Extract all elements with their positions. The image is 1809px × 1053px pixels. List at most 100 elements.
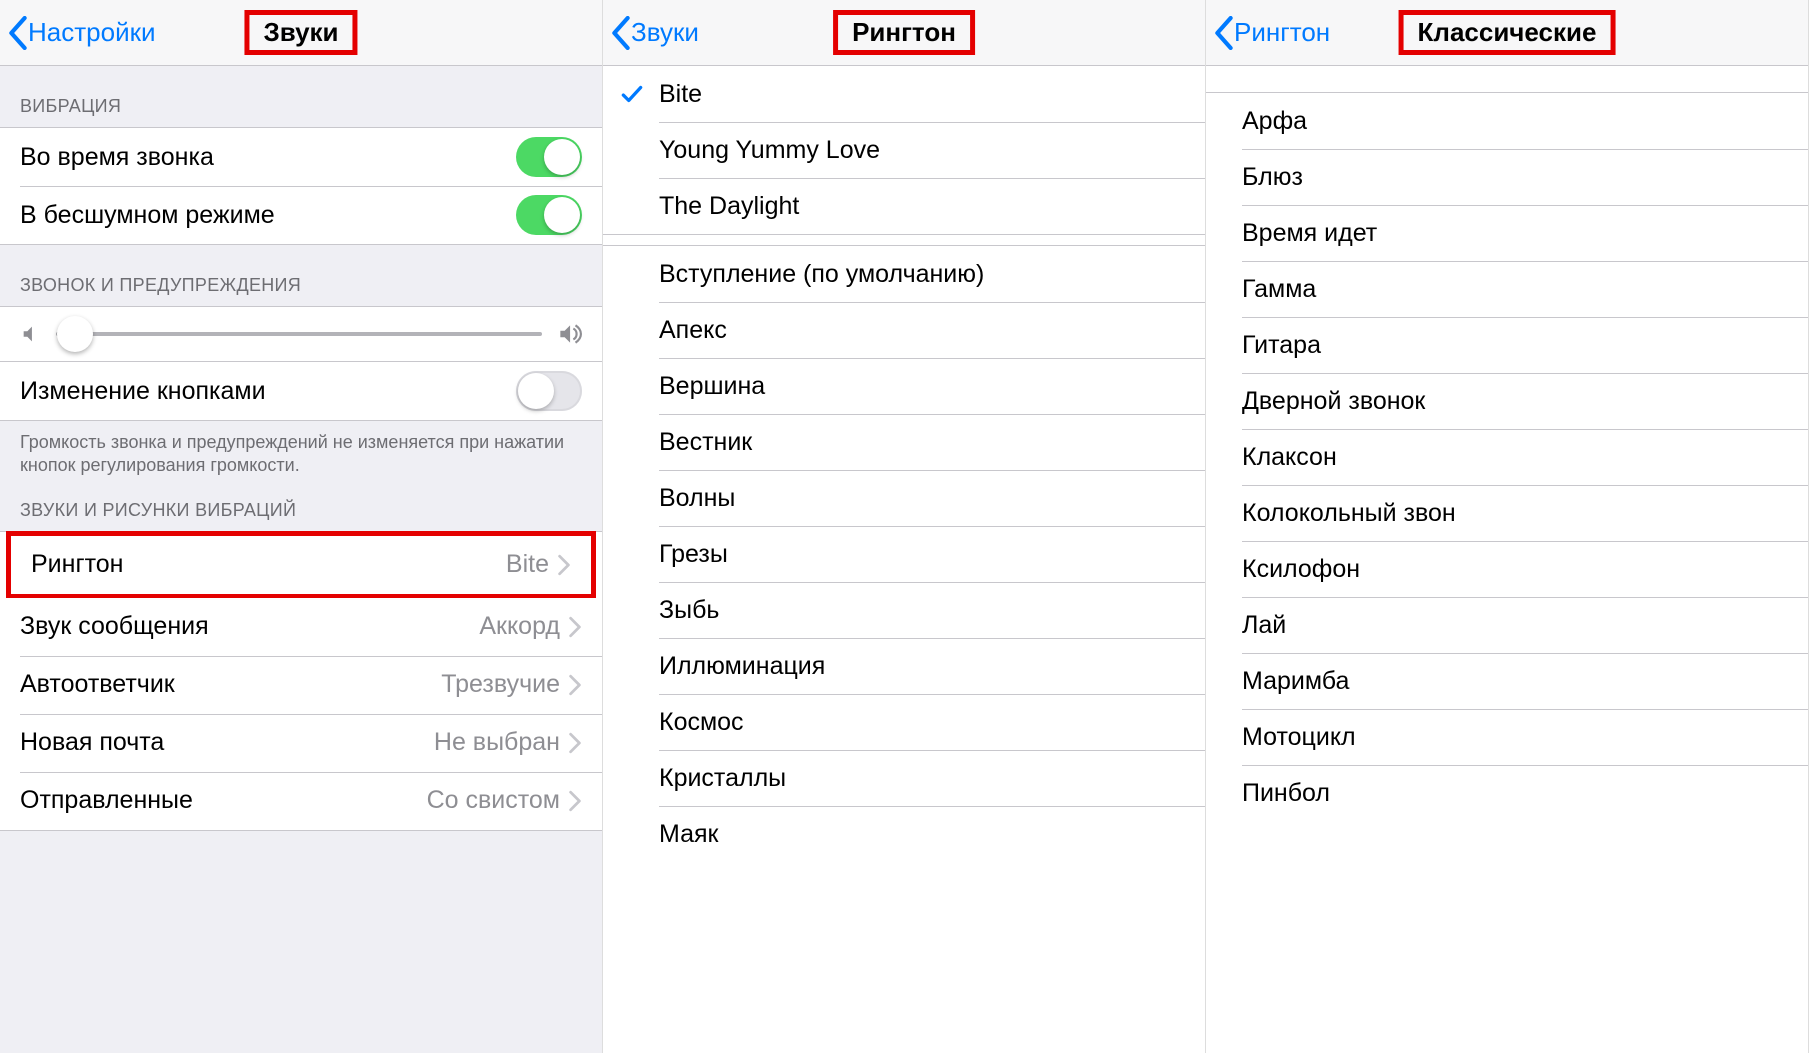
toggle-change-with-buttons[interactable] bbox=[516, 371, 582, 411]
list-item[interactable]: Иллюминация bbox=[659, 638, 1205, 694]
list-item[interactable]: Вестник bbox=[659, 414, 1205, 470]
row-sound[interactable]: Звук сообщенияАккорд bbox=[0, 598, 602, 656]
list-item[interactable]: Маяк bbox=[659, 806, 1205, 862]
slider-thumb[interactable] bbox=[57, 316, 93, 352]
volume-high-icon bbox=[556, 321, 582, 347]
item-label: Гамма bbox=[1242, 275, 1316, 304]
ringtone-list: Bite Young Yummy Love The Daylight Вступлен… bbox=[603, 66, 1205, 1053]
item-label: Зыбь bbox=[659, 596, 719, 625]
group-sound-rows: РингтонBiteЗвук сообщенияАккордАвтоответ… bbox=[0, 531, 602, 831]
item-label: Ксилофон bbox=[1242, 555, 1360, 584]
list-item[interactable]: Пинбол bbox=[1242, 765, 1808, 821]
item-label: Колокольный звон bbox=[1242, 499, 1456, 528]
chevron-right-icon bbox=[568, 616, 582, 638]
highlight-box: Рингтон bbox=[833, 10, 975, 55]
row-sound[interactable]: РингтонBite bbox=[11, 536, 591, 594]
chevron-right-icon bbox=[568, 790, 582, 812]
item-label: Дверной звонок bbox=[1242, 387, 1425, 416]
list-item[interactable]: Арфа bbox=[1242, 93, 1808, 149]
list-item[interactable]: Клаксон bbox=[1242, 429, 1808, 485]
screen-sounds: Настройки Звуки ВИБРАЦИЯ Во время звонка… bbox=[0, 0, 603, 1053]
back-button[interactable]: Рингтон bbox=[1206, 16, 1330, 50]
chevron-right-icon bbox=[568, 732, 582, 754]
page-title: Рингтон bbox=[833, 10, 975, 55]
list-item[interactable]: Мотоцикл bbox=[1242, 709, 1808, 765]
chevron-left-icon bbox=[1214, 16, 1234, 50]
list-item[interactable]: Дверной звонок bbox=[1242, 373, 1808, 429]
row-vibrate-on-ring[interactable]: Во время звонка bbox=[0, 128, 602, 186]
section-header-sounds: ЗВУКИ И РИСУНКИ ВИБРАЦИЙ bbox=[0, 486, 602, 531]
page-title: Классические bbox=[1399, 10, 1616, 55]
list-item[interactable]: Ксилофон bbox=[1242, 541, 1808, 597]
item-label: Лай bbox=[1242, 611, 1286, 640]
content: ВИБРАЦИЯ Во время звонка В бесшумном реж… bbox=[0, 66, 602, 1053]
back-label: Звуки bbox=[631, 17, 699, 48]
list-item[interactable]: Маримба bbox=[1242, 653, 1808, 709]
list-item[interactable]: Bite bbox=[659, 66, 1205, 122]
item-label: Young Yummy Love bbox=[659, 136, 880, 165]
page-title: Звуки bbox=[244, 10, 357, 55]
list-item[interactable]: Кристаллы bbox=[659, 750, 1205, 806]
toggle-vibrate-on-silent[interactable] bbox=[516, 195, 582, 235]
item-label: Время идет bbox=[1242, 219, 1377, 248]
row-vibrate-on-silent[interactable]: В бесшумном режиме bbox=[0, 186, 602, 244]
item-label: Кристаллы bbox=[659, 764, 786, 793]
chevron-left-icon bbox=[611, 16, 631, 50]
volume-slider[interactable] bbox=[56, 332, 542, 336]
list-item[interactable]: Блюз bbox=[1242, 149, 1808, 205]
checkmark-icon bbox=[619, 81, 645, 107]
back-label: Настройки bbox=[28, 17, 156, 48]
list-item[interactable]: Волны bbox=[659, 470, 1205, 526]
row-volume-slider[interactable] bbox=[0, 306, 602, 362]
back-label: Рингтон bbox=[1234, 17, 1330, 48]
list-item[interactable]: Грезы bbox=[659, 526, 1205, 582]
item-label: Вершина bbox=[659, 372, 765, 401]
list-item[interactable]: Космос bbox=[659, 694, 1205, 750]
item-label: Арфа bbox=[1242, 107, 1307, 136]
item-label: Вестник bbox=[659, 428, 752, 457]
list-item[interactable]: Апекс bbox=[659, 302, 1205, 358]
screen-classic: Рингтон Классические Арфа Блюз Время идет Г… bbox=[1206, 0, 1809, 1053]
label: Отправленные bbox=[20, 786, 427, 815]
volume-low-icon bbox=[20, 323, 42, 345]
chevron-right-icon bbox=[557, 554, 571, 576]
list-item[interactable]: Время идет bbox=[1242, 205, 1808, 261]
navbar: Звуки Рингтон bbox=[603, 0, 1205, 66]
item-label: Пинбол bbox=[1242, 779, 1330, 808]
chevron-right-icon bbox=[568, 674, 582, 696]
screen-ringtone: Звуки Рингтон Bite Young Yummy Love The Da… bbox=[603, 0, 1206, 1053]
row-sound[interactable]: Новая почтаНе выбран bbox=[0, 714, 602, 772]
item-label: Грезы bbox=[659, 540, 728, 569]
item-label: The Daylight bbox=[659, 192, 799, 221]
list-item[interactable]: Вступление (по умолчанию) bbox=[659, 246, 1205, 302]
row-sound[interactable]: АвтоответчикТрезвучие bbox=[0, 656, 602, 714]
back-button[interactable]: Настройки bbox=[0, 16, 156, 50]
list-item[interactable]: Гитара bbox=[1242, 317, 1808, 373]
section-header-vibration: ВИБРАЦИЯ bbox=[0, 66, 602, 127]
list-item[interactable]: Зыбь bbox=[659, 582, 1205, 638]
item-label: Гитара bbox=[1242, 331, 1321, 360]
list-item[interactable]: Лай bbox=[1242, 597, 1808, 653]
row-change-with-buttons[interactable]: Изменение кнопками bbox=[0, 362, 602, 420]
label: Звук сообщения bbox=[20, 612, 479, 641]
list-item[interactable]: Вершина bbox=[659, 358, 1205, 414]
list-item[interactable]: The Daylight bbox=[659, 178, 1205, 234]
back-button[interactable]: Звуки bbox=[603, 16, 699, 50]
highlight-box: Классические bbox=[1399, 10, 1616, 55]
item-label: Маяк bbox=[659, 820, 719, 849]
list-item[interactable]: Гамма bbox=[1242, 261, 1808, 317]
group-vibration: Во время звонка В бесшумном режиме bbox=[0, 127, 602, 245]
value: Bite bbox=[506, 550, 549, 579]
item-label: Клаксон bbox=[1242, 443, 1337, 472]
row-sound[interactable]: ОтправленныеСо свистом bbox=[0, 772, 602, 830]
list-item[interactable]: Young Yummy Love bbox=[659, 122, 1205, 178]
item-label: Иллюминация bbox=[659, 652, 825, 681]
toggle-vibrate-on-ring[interactable] bbox=[516, 137, 582, 177]
list-item[interactable]: Колокольный звон bbox=[1242, 485, 1808, 541]
highlight-box: РингтонBite bbox=[6, 531, 596, 599]
navbar: Настройки Звуки bbox=[0, 0, 602, 66]
item-label: Мотоцикл bbox=[1242, 723, 1356, 752]
item-label: Волны bbox=[659, 484, 735, 513]
value: Аккорд bbox=[479, 612, 560, 641]
item-label: Блюз bbox=[1242, 163, 1303, 192]
